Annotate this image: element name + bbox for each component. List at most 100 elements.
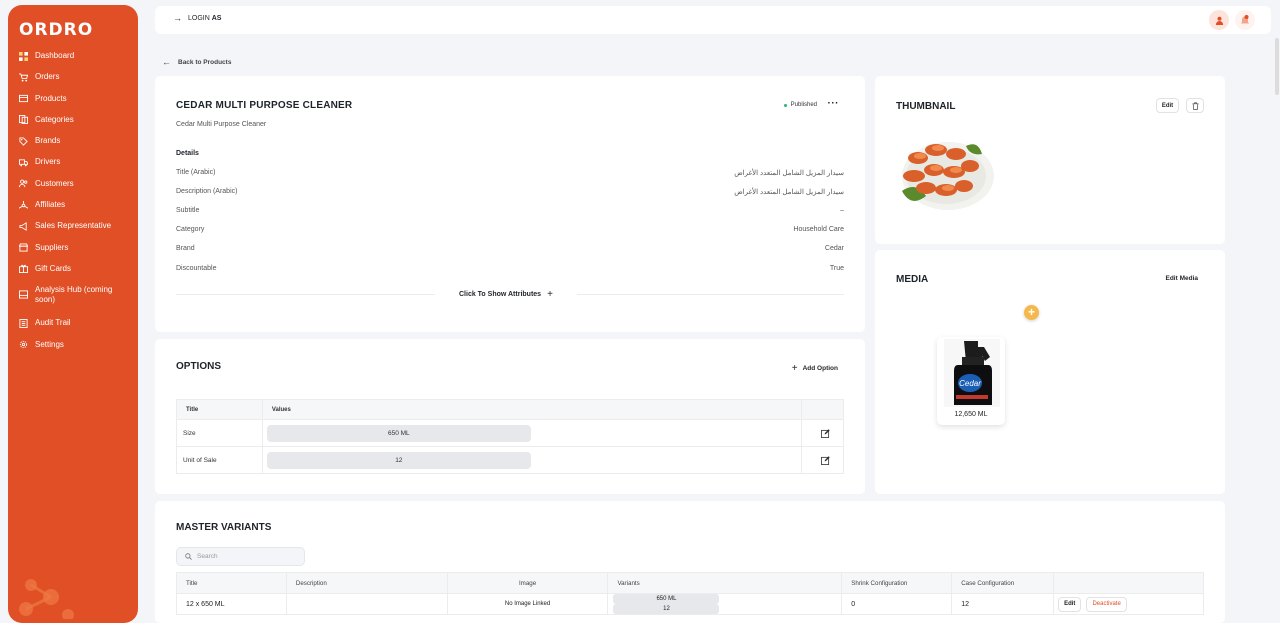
sidebar-item-label: Audit Trail — [35, 318, 71, 328]
product-title: CEDAR MULTI PURPOSE CLEANER — [176, 100, 353, 111]
column-header: Description — [285, 572, 448, 594]
value-pill: 12 — [266, 451, 531, 469]
notifications-button[interactable] — [1235, 10, 1255, 30]
ordro-logo[interactable]: ORDRO — [19, 20, 93, 40]
sidebar-item-categories[interactable]: Categories — [8, 115, 138, 136]
column-header-actions — [801, 399, 844, 420]
sidebar-item-customers[interactable]: Customers — [8, 179, 138, 200]
sidebar-item-label: Suppliers — [35, 242, 69, 252]
login-as-text: LOGIN — [188, 15, 210, 22]
truck-icon — [18, 157, 28, 167]
variant-variants-cell: 650 ML12 — [607, 593, 843, 615]
login-as-button[interactable]: → LOGIN AS — [173, 13, 222, 23]
column-header: Title — [176, 572, 287, 594]
detail-value: سيدار المزيل الشامل المتعدد الأغراض — [734, 189, 844, 196]
sidebar-item-sales-representative[interactable]: Sales Representative — [8, 221, 138, 242]
sidebar-item-label: Orders — [35, 72, 60, 82]
audit-icon — [18, 318, 28, 328]
search-icon — [185, 553, 192, 560]
details-heading: Details — [176, 150, 199, 157]
detail-label: Brand — [176, 245, 195, 252]
detail-row-title-arabic: Title (Arabic) سيدار المزيل الشامل المتع… — [176, 169, 844, 179]
plus-icon: + — [547, 288, 553, 300]
sidebar-item-gift-cards[interactable]: Gift Cards — [8, 264, 138, 285]
product-bottle-image: Cedar — [944, 339, 1000, 407]
sidebar-item-dashboard[interactable]: Dashboard — [8, 51, 138, 72]
sidebar-item-brands[interactable]: Brands — [8, 136, 138, 157]
sidebar-item-audit-trail[interactable]: Audit Trail — [8, 318, 138, 339]
plus-icon: + — [791, 363, 798, 374]
edit-media-button[interactable]: Edit Media — [1165, 275, 1198, 282]
sidebar: ORDRO Dashboard Orders Products Categori… — [8, 5, 138, 623]
column-header: Variants — [607, 572, 843, 594]
detail-value: سيدار المزيل الشامل المتعدد الأغراض — [734, 170, 844, 177]
edit-thumbnail-button[interactable]: Edit — [1156, 98, 1179, 113]
detail-value: Household Care — [793, 226, 844, 233]
arrow-right-icon: → — [173, 13, 182, 23]
sidebar-item-label: Brands — [35, 136, 61, 146]
sidebar-item-label: Settings — [35, 339, 64, 349]
user-avatar-button[interactable] — [1209, 10, 1229, 30]
edit-icon — [821, 428, 830, 438]
variant-description — [285, 593, 448, 615]
sidebar-item-products[interactable]: Products — [8, 94, 138, 115]
sidebar-item-affiliates[interactable]: Affiliates — [8, 200, 138, 221]
products-icon — [18, 94, 28, 104]
option-value-cell: 12 — [261, 446, 803, 474]
detail-value: True — [829, 265, 844, 272]
shrink-configuration: 0 — [841, 593, 953, 615]
back-link-label: Back to Products — [178, 58, 232, 66]
detail-label: Discountable — [176, 265, 217, 272]
edit-option-button[interactable] — [801, 446, 844, 474]
edit-variant-button[interactable]: Edit — [1058, 596, 1082, 612]
variants-search-input[interactable]: Search — [176, 547, 305, 566]
add-option-label: Add Option — [802, 365, 838, 372]
detail-value: Cedar — [824, 245, 844, 252]
option-title: Size — [176, 419, 263, 447]
sidebar-item-settings[interactable]: Settings — [8, 340, 138, 361]
sidebar-item-label: Products — [35, 93, 67, 103]
search-placeholder: Search — [197, 553, 218, 560]
user-icon — [1215, 16, 1223, 25]
media-item[interactable]: Cedar 12,650 ML — [937, 337, 1005, 425]
sidebar-nav: Dashboard Orders Products Categories Bra… — [8, 51, 138, 361]
sidebar-item-drivers[interactable]: Drivers — [8, 157, 138, 178]
case-configuration: 12 — [951, 593, 1055, 615]
show-attributes-label: Click To Show Attributes — [459, 290, 542, 298]
detail-row-subtitle: Subtitle – — [176, 207, 844, 217]
page-scrollbar[interactable] — [1275, 38, 1279, 95]
sidebar-item-orders[interactable]: Orders — [8, 72, 138, 93]
sidebar-item-suppliers[interactable]: Suppliers — [8, 243, 138, 264]
back-to-products-link[interactable]: ← Back to Products — [162, 57, 231, 67]
users-icon — [18, 179, 28, 189]
bell-icon — [1241, 14, 1249, 23]
edit-option-button[interactable] — [801, 419, 844, 447]
analysis-icon — [18, 289, 28, 299]
sidebar-item-analysis-hub[interactable]: Analysis Hub (coming soon) — [8, 285, 138, 318]
media-card: MEDIA Edit Media + Cedar 12,650 ML — [875, 250, 1225, 494]
arrow-left-icon: ← — [162, 57, 171, 67]
status-dot-icon — [783, 103, 787, 107]
detail-row-brand: Brand Cedar — [176, 245, 844, 255]
megaphone-icon — [18, 221, 28, 231]
thumbnail-card: THUMBNAIL Edit — [875, 76, 1225, 244]
login-as-bold-text: AS — [211, 15, 222, 22]
detail-row-discountable: Discountable True — [176, 265, 844, 275]
sidebar-item-label: Customers — [35, 178, 74, 188]
option-title: Unit of Sale — [176, 446, 263, 474]
deactivate-variant-button[interactable]: Deactivate — [1086, 596, 1127, 612]
delete-thumbnail-button[interactable] — [1186, 98, 1204, 113]
add-media-button[interactable]: + — [1024, 305, 1039, 320]
more-options-button[interactable]: ··· — [828, 98, 840, 109]
add-option-button[interactable]: + Add Option — [792, 363, 838, 374]
status-badge: Published — [783, 102, 817, 108]
thumbnail-image[interactable] — [896, 136, 996, 211]
variant-pill: 12 — [613, 604, 720, 614]
sidebar-item-label: Dashboard — [35, 51, 75, 60]
variants-table: Title Description Image Variants Shrink … — [176, 572, 1204, 615]
cart-icon — [18, 72, 28, 82]
master-variants-title: MASTER VARIANTS — [176, 522, 272, 533]
variant-title: 12 x 650 ML — [176, 593, 287, 615]
detail-label: Description (Arabic) — [176, 188, 238, 195]
show-attributes-button[interactable]: Click To Show Attributes + — [435, 288, 577, 300]
